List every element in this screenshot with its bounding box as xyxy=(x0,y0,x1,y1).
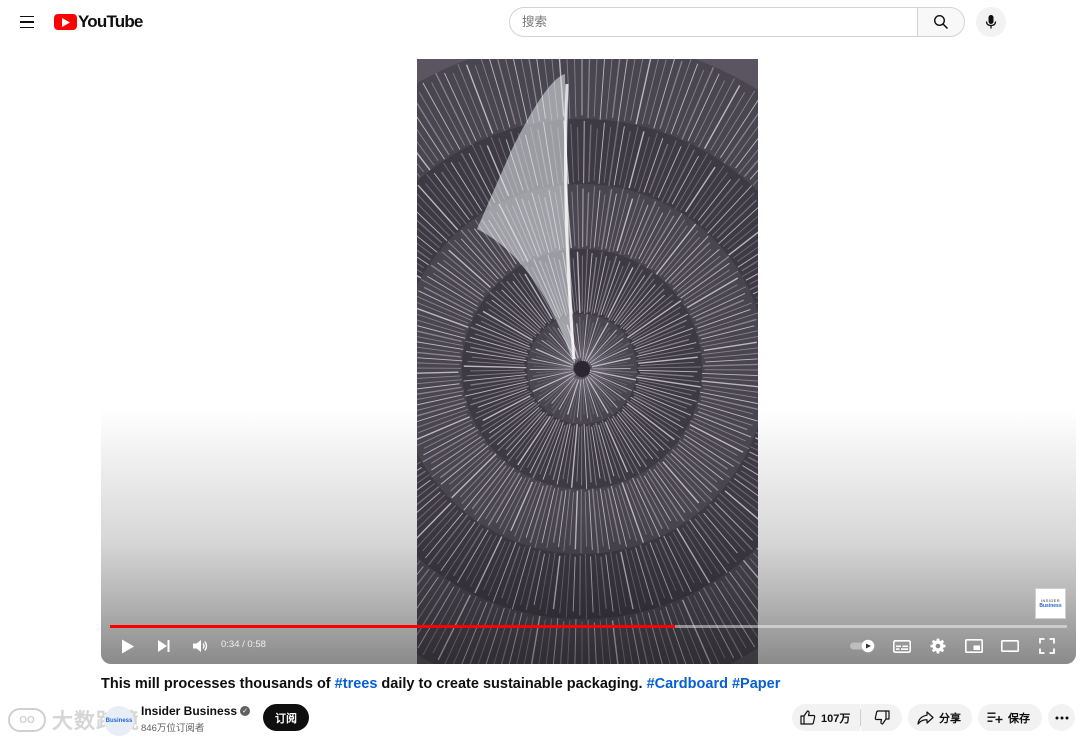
miniplayer-icon xyxy=(965,639,983,653)
share-icon xyxy=(917,710,934,725)
fullscreen-icon xyxy=(1039,638,1055,654)
search-button[interactable] xyxy=(917,7,965,37)
settings-icon xyxy=(930,638,946,654)
verified-badge-icon: ✓ xyxy=(240,706,251,716)
hashtag-trees[interactable]: #trees xyxy=(335,676,378,692)
video-player[interactable]: INSIDER Business 0:34 / 0:58 xyxy=(101,59,1076,664)
thumbs-down-icon xyxy=(874,710,890,725)
youtube-logo[interactable]: YouTube xyxy=(54,12,143,32)
youtube-play-logo-icon xyxy=(54,14,77,30)
thumbs-up-icon xyxy=(800,710,816,725)
next-button[interactable] xyxy=(151,631,177,661)
channel-watermark[interactable]: INSIDER Business xyxy=(1035,588,1066,619)
hashtag-paper[interactable]: #Paper xyxy=(732,676,780,692)
theater-icon xyxy=(1001,640,1019,652)
player-controls: 0:34 / 0:58 xyxy=(101,631,1076,661)
progress-played xyxy=(110,625,675,628)
channel-name: Insider Business xyxy=(141,704,238,718)
dislike-button[interactable] xyxy=(861,704,902,731)
autoplay-toggle[interactable] xyxy=(848,631,878,661)
hamburger-menu-icon[interactable] xyxy=(12,7,42,37)
time-current: 0:34 xyxy=(221,639,240,650)
play-button[interactable] xyxy=(115,631,141,661)
volume-button[interactable] xyxy=(187,631,213,661)
microphone-icon xyxy=(985,15,997,29)
search-bar xyxy=(509,7,1006,37)
video-thumbnail-image xyxy=(417,59,758,664)
share-button[interactable]: 分享 xyxy=(908,704,972,731)
subscriber-count: 846万位订阅者 xyxy=(141,723,205,734)
owner-action-row: OO 大数跨境 Business Insider Business ✓ 846万… xyxy=(0,700,1080,736)
search-input[interactable] xyxy=(522,15,917,29)
subtitles-icon xyxy=(893,639,911,653)
save-label: 保存 xyxy=(1008,712,1030,725)
settings-button[interactable] xyxy=(925,631,951,661)
next-icon xyxy=(158,640,170,652)
watermark-line2: Business xyxy=(1039,603,1062,609)
title-text-mid: daily to create sustainable packaging. xyxy=(377,676,647,692)
channel-avatar[interactable]: Business xyxy=(104,706,134,736)
share-label: 分享 xyxy=(939,712,961,725)
fullscreen-button[interactable] xyxy=(1034,631,1060,661)
masthead: YouTube xyxy=(0,0,1080,44)
search-icon xyxy=(933,14,949,30)
save-button[interactable]: 保存 xyxy=(978,704,1042,731)
subtitles-button[interactable] xyxy=(889,631,915,661)
volume-icon xyxy=(192,640,207,652)
hashtag-cardboard[interactable]: #Cardboard xyxy=(647,676,728,692)
video-title: This mill processes thousands of #trees … xyxy=(101,676,780,692)
subscribe-button[interactable]: 订阅 xyxy=(263,704,309,731)
voice-search-button[interactable] xyxy=(976,7,1006,37)
title-text-start: This mill processes thousands of xyxy=(101,676,335,692)
time-total: 0:58 xyxy=(247,639,266,650)
search-field[interactable] xyxy=(509,7,917,37)
like-button[interactable]: 107万 xyxy=(792,704,860,731)
more-horizontal-icon xyxy=(1055,716,1068,719)
save-to-playlist-icon xyxy=(987,712,1003,723)
time-display: 0:34 / 0:58 xyxy=(221,639,266,650)
video-frame[interactable] xyxy=(417,59,758,664)
logo-text: YouTube xyxy=(78,12,143,31)
overlay-brand-logo: OO xyxy=(8,708,46,732)
like-count: 107万 xyxy=(821,712,851,725)
miniplayer-button[interactable] xyxy=(961,631,987,661)
more-actions-button[interactable] xyxy=(1048,704,1075,731)
progress-bar[interactable] xyxy=(110,625,1067,628)
play-icon xyxy=(122,639,134,653)
theater-mode-button[interactable] xyxy=(997,631,1023,661)
autoplay-toggle-icon xyxy=(850,639,875,653)
channel-name-link[interactable]: Insider Business ✓ xyxy=(141,704,251,718)
avatar-text: Business xyxy=(105,718,133,724)
